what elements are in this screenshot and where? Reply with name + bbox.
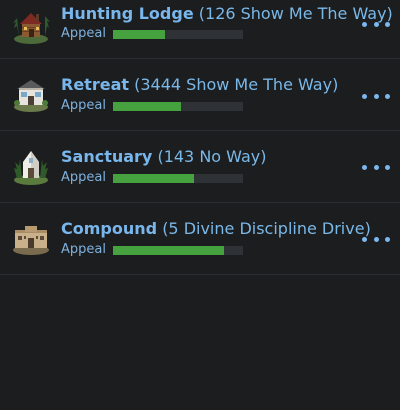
more-dot bbox=[373, 93, 379, 99]
more-dot bbox=[385, 93, 390, 99]
appeal-label: Appeal bbox=[61, 98, 106, 113]
lot-title: Compound (5 Divine Discipline Drive) bbox=[61, 219, 371, 238]
more-options-button[interactable] bbox=[362, 158, 390, 176]
appeal-bar bbox=[113, 246, 243, 255]
appeal-bar-fill bbox=[113, 30, 165, 39]
list-item-sanctuary[interactable]: Sanctuary (143 No Way) Appeal bbox=[0, 131, 400, 203]
more-dot bbox=[373, 164, 379, 170]
hunting-lodge-icon bbox=[11, 6, 51, 46]
list-item-retreat[interactable]: Retreat (3444 Show Me The Way) Appeal bbox=[0, 59, 400, 131]
lot-title: Retreat (3444 Show Me The Way) bbox=[61, 75, 338, 94]
lot-name: Compound bbox=[61, 219, 158, 238]
appeal-bar bbox=[113, 102, 243, 111]
lot-name: Sanctuary bbox=[61, 147, 153, 166]
more-dot bbox=[362, 21, 367, 27]
appeal-label: Appeal bbox=[61, 170, 106, 185]
more-dot bbox=[385, 236, 390, 242]
more-dot bbox=[362, 164, 367, 170]
sanctuary-icon bbox=[11, 146, 51, 186]
more-options-button[interactable] bbox=[362, 15, 390, 33]
lot-title: Hunting Lodge (126 Show Me The Way) bbox=[61, 4, 393, 23]
more-dot bbox=[373, 236, 379, 242]
appeal-label: Appeal bbox=[61, 242, 106, 257]
appeal-bar-fill bbox=[113, 174, 194, 183]
appeal-bar-fill bbox=[113, 102, 181, 111]
lot-name: Hunting Lodge bbox=[61, 4, 194, 23]
more-dot bbox=[373, 21, 379, 27]
appeal-bar bbox=[113, 30, 243, 39]
lot-title: Sanctuary (143 No Way) bbox=[61, 147, 266, 166]
lot-name: Retreat bbox=[61, 75, 130, 94]
appeal-label: Appeal bbox=[61, 26, 106, 41]
more-dot bbox=[362, 236, 367, 242]
retreat-house-icon bbox=[11, 74, 51, 114]
appeal-bar bbox=[113, 174, 243, 183]
compound-icon bbox=[11, 218, 51, 258]
more-dot bbox=[385, 164, 390, 170]
list-item-hunting-lodge[interactable]: Hunting Lodge (126 Show Me The Way) Appe… bbox=[0, 0, 400, 59]
lot-address: (3444 Show Me The Way) bbox=[134, 75, 339, 94]
more-dot bbox=[385, 21, 390, 27]
more-options-button[interactable] bbox=[362, 87, 390, 105]
lot-address: (143 No Way) bbox=[157, 147, 267, 166]
more-dot bbox=[362, 93, 367, 99]
appeal-bar-fill bbox=[113, 246, 224, 255]
lot-list: Hunting Lodge (126 Show Me The Way) Appe… bbox=[0, 0, 400, 275]
more-options-button[interactable] bbox=[362, 230, 390, 248]
list-item-compound[interactable]: Compound (5 Divine Discipline Drive) App… bbox=[0, 203, 400, 275]
lot-address: (5 Divine Discipline Drive) bbox=[162, 219, 371, 238]
